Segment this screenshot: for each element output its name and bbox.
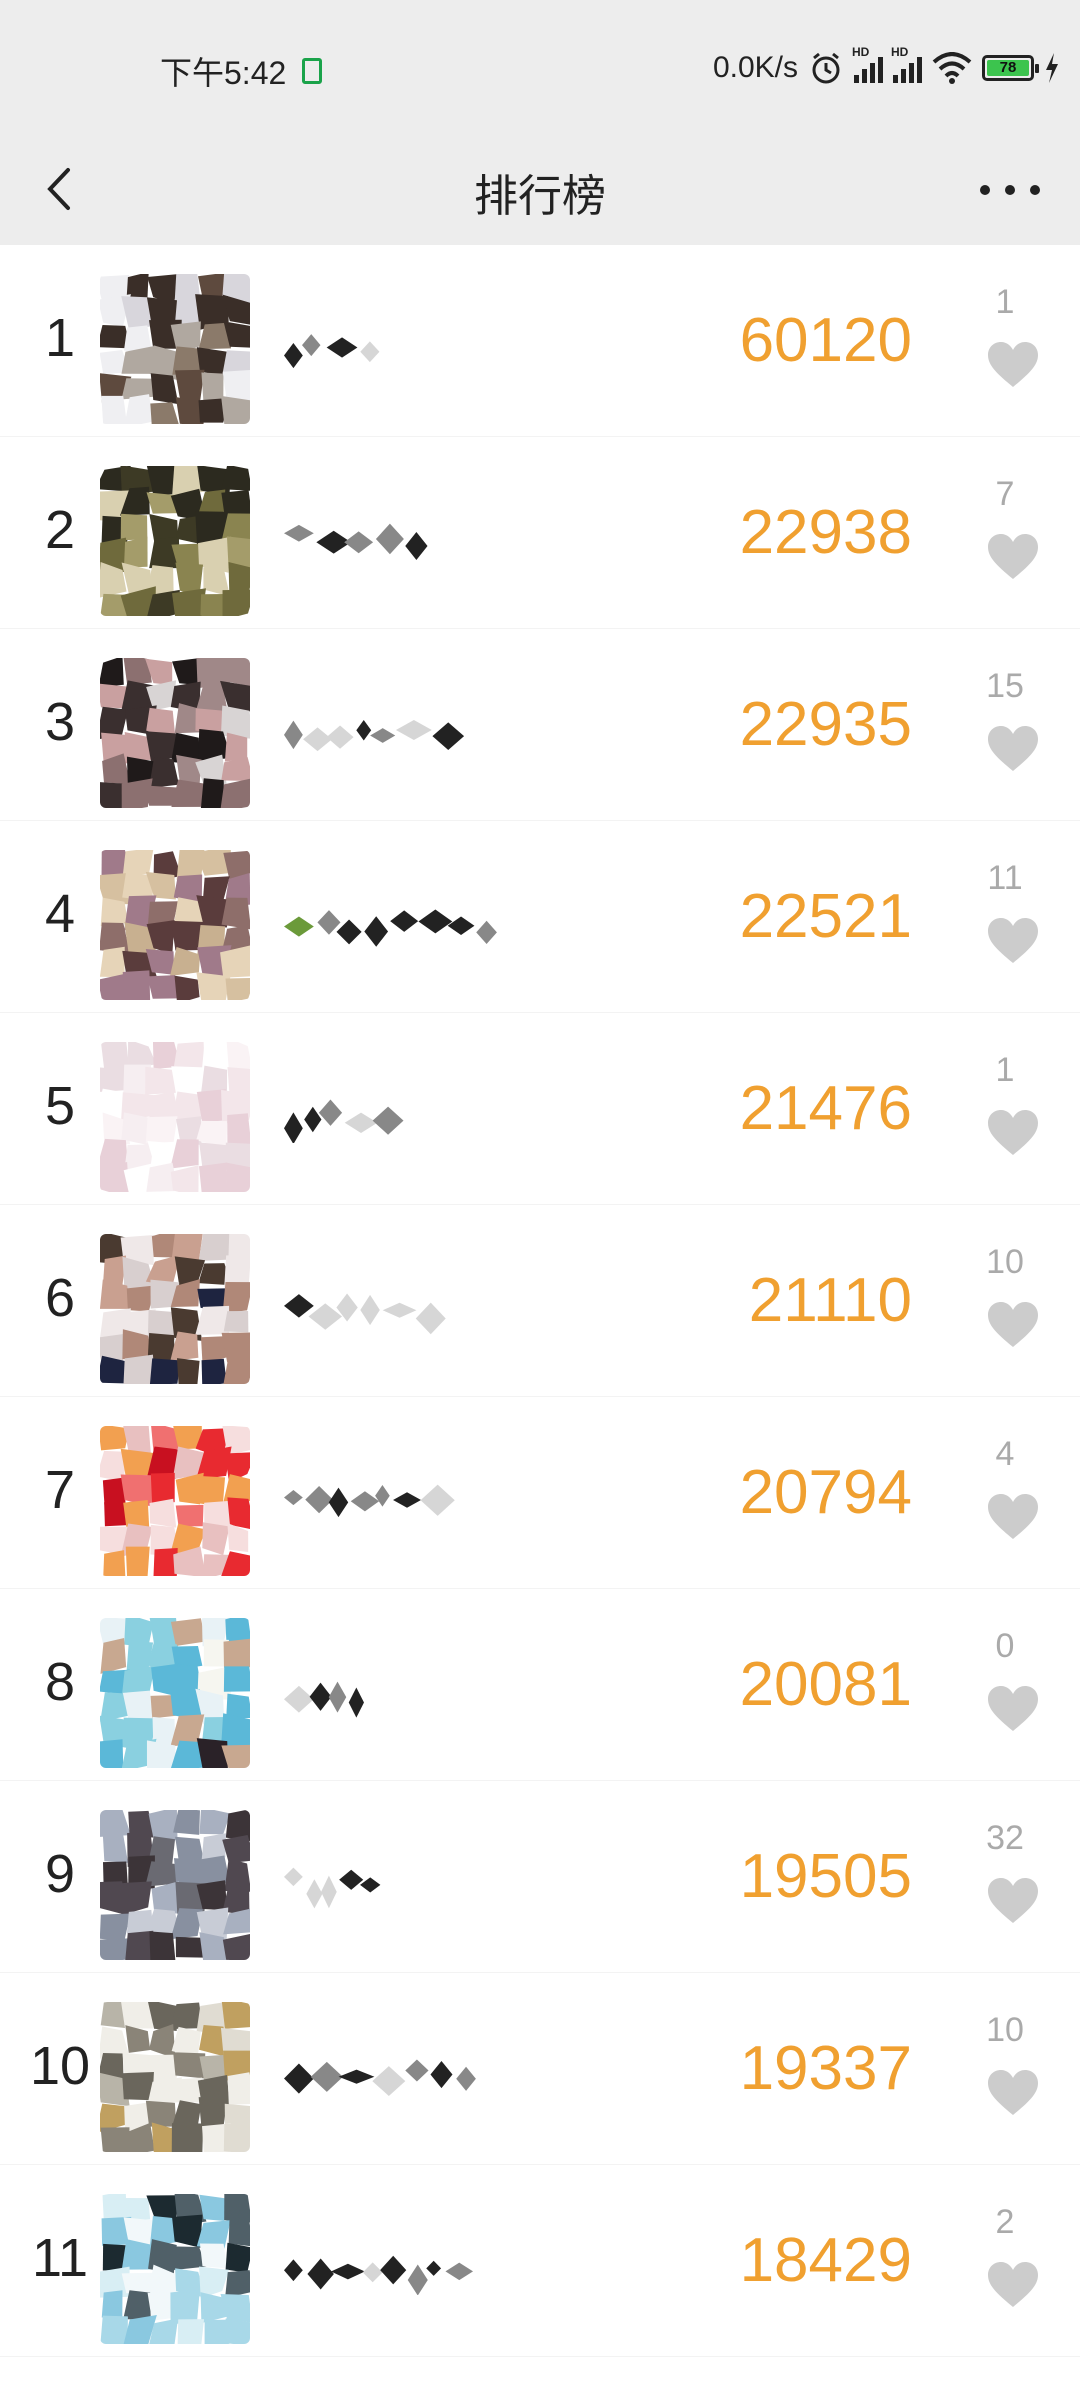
nickname-mosaic <box>284 1099 404 1143</box>
avatar[interactable] <box>100 1426 250 1576</box>
score-value: 19505 <box>739 1842 912 1911</box>
avatar[interactable] <box>100 2194 250 2344</box>
nickname-mosaic <box>284 1867 381 1909</box>
status-time: 下午5:42 <box>160 55 287 91</box>
status-bar: 下午5:42 0.0K/s HD HD 78 <box>0 0 1080 130</box>
heart-icon[interactable] <box>986 2069 1040 2117</box>
avatar[interactable] <box>100 466 250 616</box>
wifi-icon <box>932 52 972 84</box>
like-count: 11 <box>987 859 1023 897</box>
heart-icon[interactable] <box>986 1493 1040 1541</box>
nickname-mosaic <box>284 2255 474 2295</box>
ranking-row[interactable]: 1 60120 1 <box>0 245 1080 437</box>
score-value: 18429 <box>739 2226 912 2295</box>
avatar[interactable] <box>100 850 250 1000</box>
heart-icon[interactable] <box>986 533 1040 581</box>
nickname-mosaic <box>284 1681 364 1718</box>
ranking-row[interactable]: 3 22935 15 <box>0 629 1080 821</box>
avatar[interactable] <box>100 274 250 424</box>
battery-saver-icon <box>302 58 322 84</box>
heart-icon[interactable] <box>986 1109 1040 1157</box>
alarm-icon <box>812 52 840 84</box>
ranking-row[interactable]: 2 22938 7 <box>0 437 1080 629</box>
ranking-row[interactable]: 9 19505 32 <box>0 1781 1080 1973</box>
score-value: 19337 <box>739 2034 912 2103</box>
ranking-row[interactable]: 11 18429 2 <box>0 2165 1080 2357</box>
nickname-mosaic <box>284 1293 446 1335</box>
like-count: 2 <box>995 2203 1015 2241</box>
ranking-row[interactable]: 5 21476 1 <box>0 1013 1080 1205</box>
avatar[interactable] <box>100 1234 250 1384</box>
heart-icon[interactable] <box>986 341 1040 389</box>
like-count: 32 <box>986 1819 1024 1857</box>
score-value: 22521 <box>739 882 912 951</box>
heart-icon[interactable] <box>986 917 1040 965</box>
like-count: 0 <box>995 1627 1015 1665</box>
nav-bar: 排行榜 <box>0 130 1080 245</box>
score-value: 22938 <box>739 498 912 567</box>
score-value: 20794 <box>739 1458 912 1527</box>
nickname-mosaic <box>284 1484 455 1518</box>
score-value: 20081 <box>739 1650 912 1719</box>
ranking-row[interactable]: 10 19337 10 <box>0 1973 1080 2165</box>
like-count: 15 <box>986 667 1024 705</box>
like-count: 1 <box>995 1051 1015 1089</box>
score-value: 21110 <box>748 1266 912 1335</box>
like-count: 1 <box>995 283 1015 321</box>
heart-icon[interactable] <box>986 725 1040 773</box>
like-count: 4 <box>995 1435 1015 1473</box>
net-speed: 0.0K/s <box>712 51 798 84</box>
like-count: 7 <box>995 475 1015 513</box>
ranking-row[interactable]: 4 22521 11 <box>0 821 1080 1013</box>
nickname-mosaic <box>284 334 380 369</box>
page-title: 排行榜 <box>474 172 606 221</box>
avatar[interactable] <box>100 1042 250 1192</box>
score-value: 21476 <box>739 1074 912 1143</box>
like-count: 10 <box>986 2011 1024 2049</box>
signal-hd-icon: HD <box>891 45 922 83</box>
avatar[interactable] <box>100 658 250 808</box>
battery-level: 78 <box>987 60 1029 76</box>
status-icons: 0.0K/s HD HD 78 <box>712 45 1060 88</box>
more-horizontal-icon[interactable] <box>980 170 1040 210</box>
signal-hd-icon: HD <box>852 45 883 83</box>
nickname-mosaic <box>284 719 465 752</box>
like-count: 10 <box>986 1243 1024 1281</box>
ranking-row[interactable]: 8 20081 0 <box>0 1589 1080 1781</box>
ranking-row[interactable]: 7 20794 4 <box>0 1397 1080 1589</box>
heart-icon[interactable] <box>986 1301 1040 1349</box>
heart-icon[interactable] <box>986 1685 1040 1733</box>
battery-icon: 78 <box>982 55 1039 81</box>
ranking-row[interactable]: 6 21110 10 <box>0 1205 1080 1397</box>
heart-icon[interactable] <box>986 1877 1040 1925</box>
nickname-mosaic <box>284 909 497 947</box>
nickname-mosaic <box>284 2059 476 2097</box>
heart-icon[interactable] <box>986 2261 1040 2309</box>
score-value: 60120 <box>739 306 912 375</box>
ranking-list: 1 60120 1 2 22938 7 3 22935 15 4 22521 11 5 21476 1 6 21… <box>0 245 1080 2357</box>
avatar[interactable] <box>100 1810 250 1960</box>
charging-icon <box>1046 53 1058 83</box>
avatar[interactable] <box>100 1618 250 1768</box>
score-value: 22935 <box>739 690 912 759</box>
avatar[interactable] <box>100 2002 250 2152</box>
nickname-mosaic <box>284 523 428 560</box>
